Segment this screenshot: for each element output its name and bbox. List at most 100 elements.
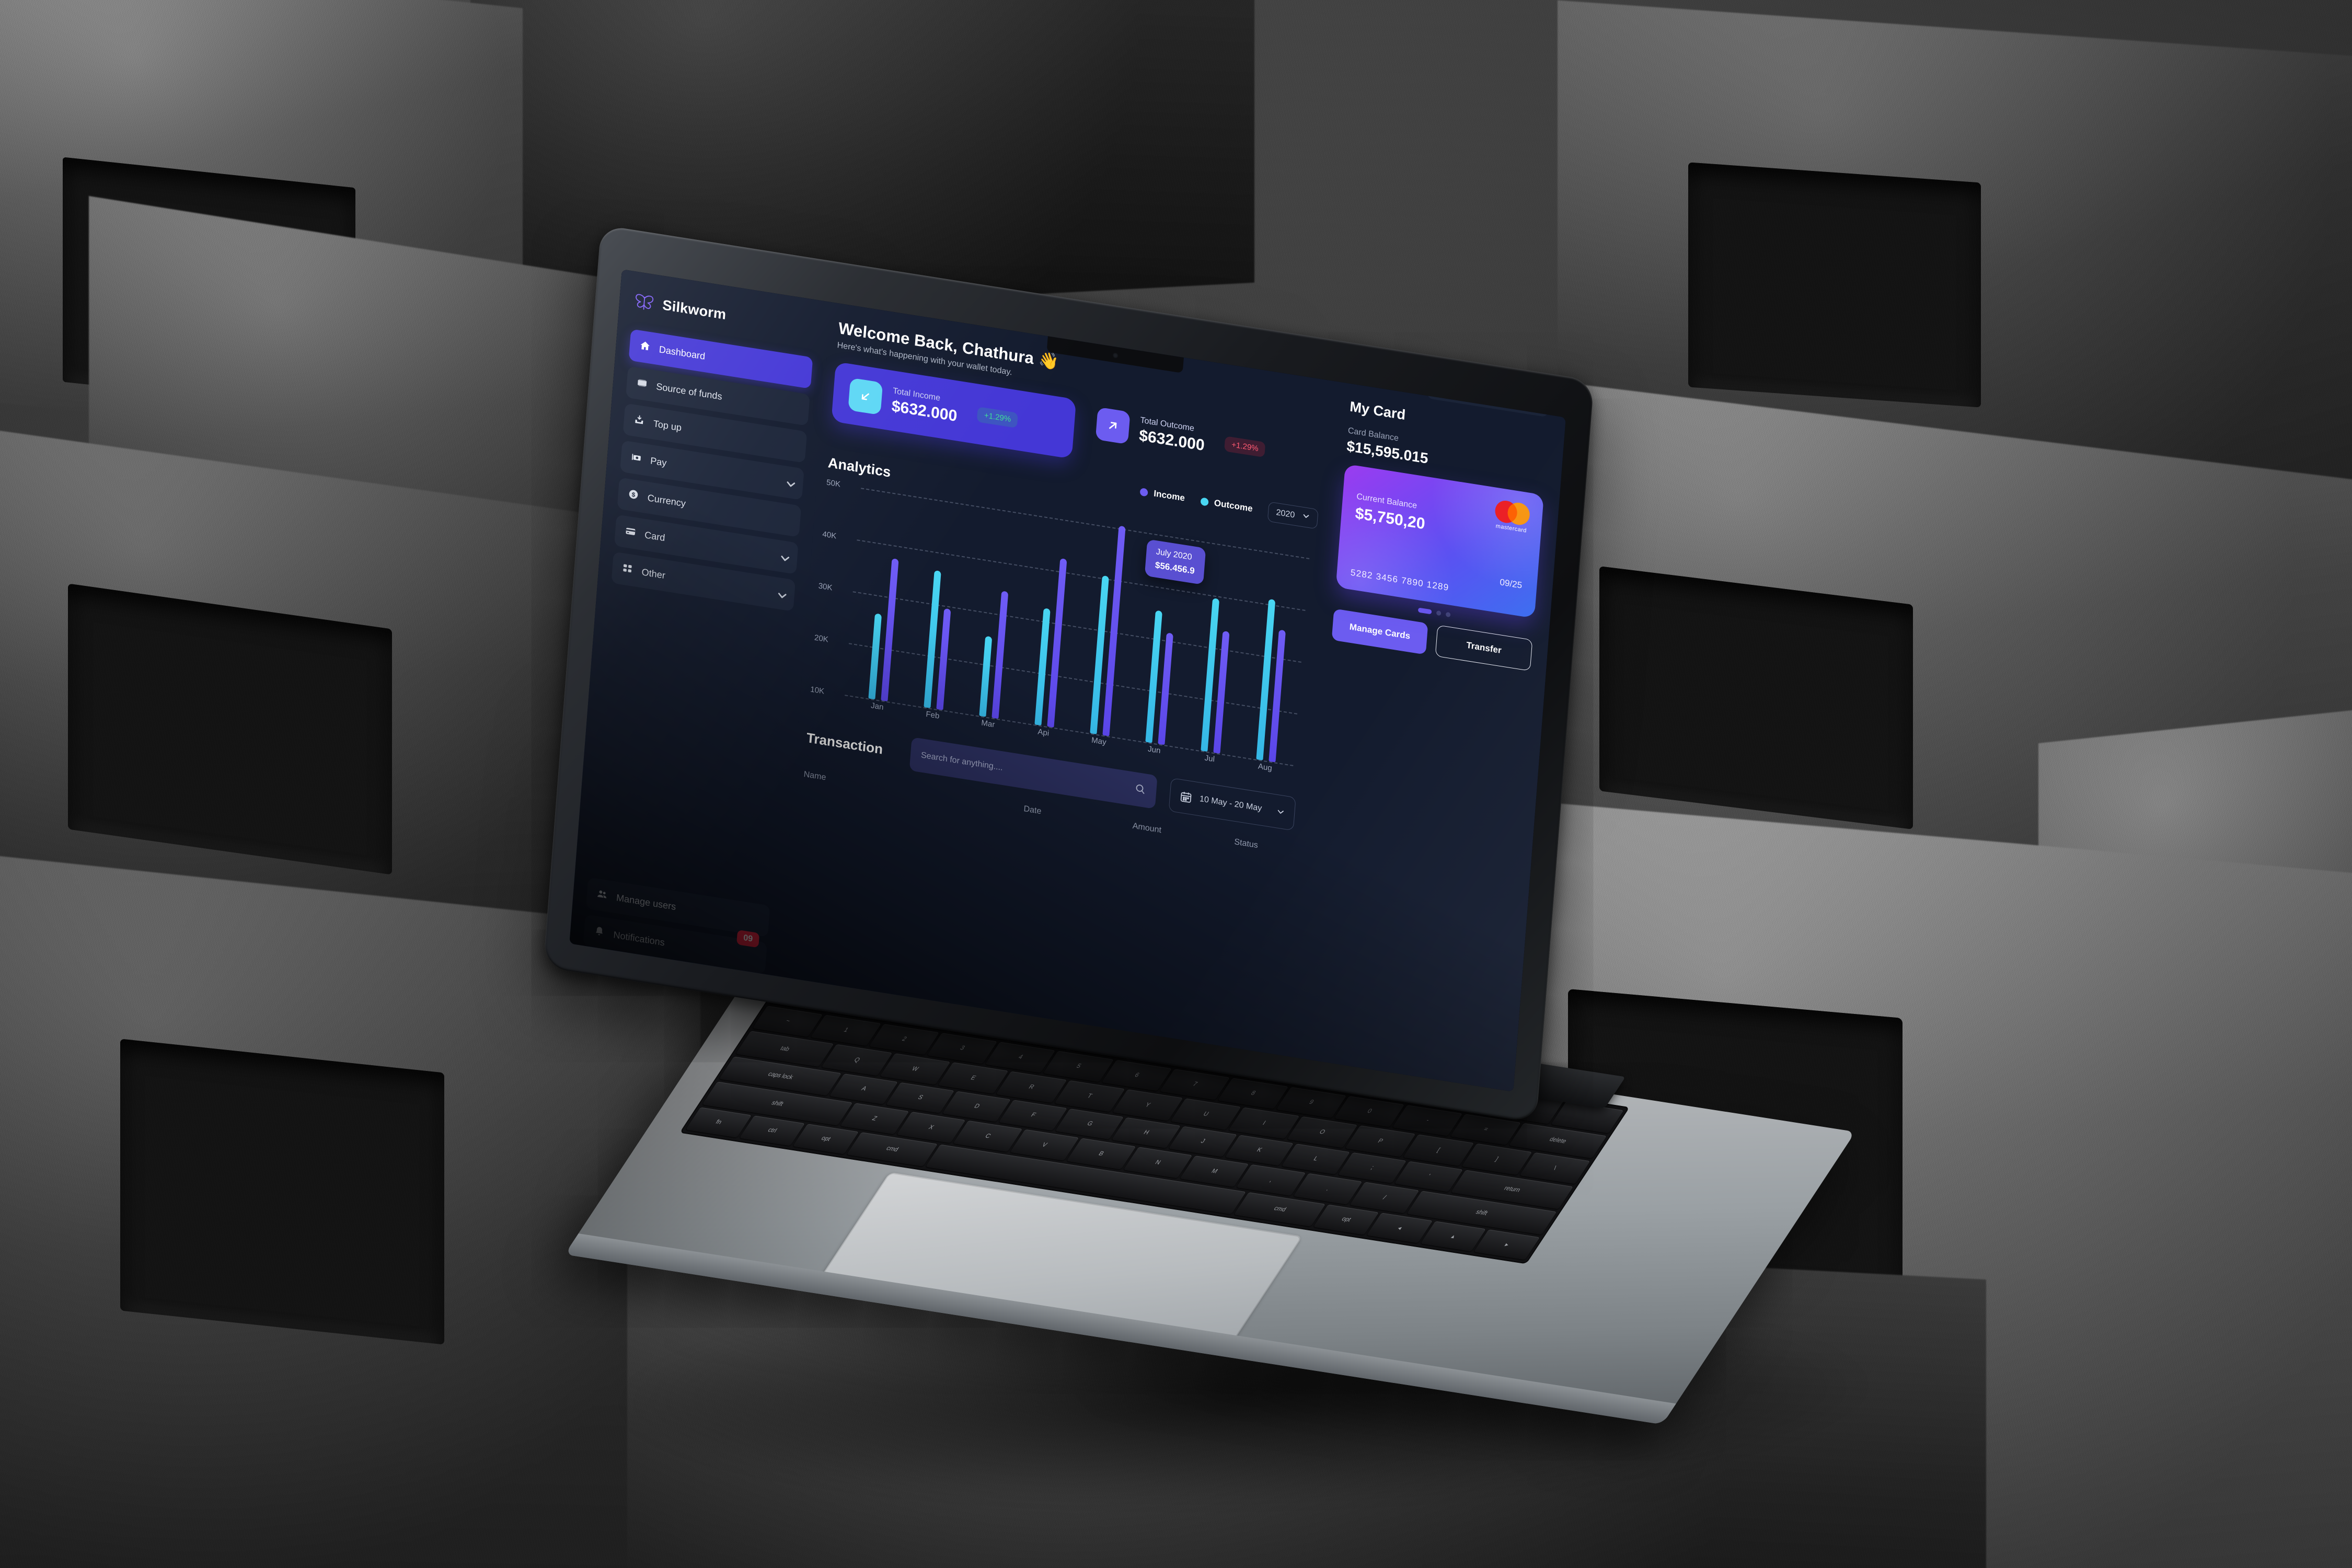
bar-income[interactable]: [1157, 632, 1173, 745]
key: K: [1225, 1134, 1294, 1166]
pay-icon: [630, 451, 642, 466]
arrow-up-right-icon: [1095, 407, 1131, 445]
key: ': [1394, 1161, 1463, 1192]
y-axis-tick-label: 20K: [814, 633, 829, 644]
key: ]: [1461, 1143, 1532, 1175]
key: 3: [927, 1032, 998, 1064]
grid-icon: [621, 562, 634, 578]
column-header-status: Status: [1233, 837, 1259, 850]
sidebar-item-label: Dashboard: [659, 343, 706, 362]
bar-outcome[interactable]: [868, 613, 882, 700]
column-header-amount: Amount: [1132, 821, 1162, 835]
pager-dot[interactable]: [1436, 610, 1442, 616]
bar-income[interactable]: [1213, 631, 1229, 754]
key: ,: [1237, 1164, 1306, 1196]
key: I: [1229, 1107, 1300, 1139]
bar-income[interactable]: [991, 591, 1008, 719]
webcam-icon: [1112, 352, 1119, 359]
key: X: [896, 1112, 966, 1143]
total-income-text: Total Income $632.000: [891, 386, 959, 425]
key: \: [1519, 1152, 1590, 1184]
butterfly-icon: [632, 289, 656, 315]
key: fn: [685, 1106, 752, 1138]
laptop: esc F1 F2 F3 F4 F5 F6 F7 F8 F9 F10 F11 F…: [0, 0, 2352, 1568]
income-delta-badge: +1.29%: [976, 406, 1019, 428]
wallet-icon: [636, 376, 648, 392]
transaction-title: Transaction: [806, 729, 884, 757]
key: 5: [1043, 1051, 1114, 1082]
bar-income[interactable]: [880, 558, 899, 702]
credit-card[interactable]: mastercard Current Balance $5,750,20 528…: [1335, 464, 1544, 619]
date-range-value: 10 May - 20 May: [1199, 794, 1262, 813]
outcome-delta-badge: +1.29%: [1224, 435, 1266, 457]
sidebar-item-label: Pay: [650, 455, 667, 468]
search-icon[interactable]: [1134, 782, 1146, 798]
sidebar-nav: Dashboard Source of funds Top up Pay $ C…: [611, 329, 813, 612]
arrow-down-left-icon: [848, 377, 883, 416]
key: .: [1293, 1173, 1363, 1205]
dollar-icon: $: [627, 488, 640, 503]
calendar-icon: [1179, 790, 1193, 804]
legend-swatch: [1139, 487, 1148, 497]
bar-income[interactable]: [1102, 525, 1126, 736]
key: 7: [1159, 1068, 1230, 1100]
bar-outcome[interactable]: [978, 636, 992, 717]
main-content: Welcome Back, Chathura 👋 Here's what's h…: [778, 302, 1346, 1057]
card-gradient-decoration: [1335, 464, 1544, 619]
topup-icon: [633, 413, 645, 429]
chevron-down-icon: [779, 552, 790, 562]
laptop-lid: Silkworm Dashboard Source of funds Top u…: [543, 225, 1594, 1123]
key: 4: [985, 1041, 1056, 1073]
key: ~: [752, 1005, 823, 1037]
legend-label: Income: [1153, 488, 1185, 503]
brand: Silkworm: [632, 289, 816, 340]
notification-badge: 09: [736, 929, 760, 948]
key: G: [1055, 1108, 1124, 1140]
key: U: [1170, 1098, 1241, 1130]
sidebar-item-label: Manage users: [616, 892, 677, 912]
key: P: [1345, 1125, 1416, 1157]
total-outcome-text: Total Outcome $632.000: [1138, 416, 1206, 455]
year-select-value: 2020: [1275, 508, 1295, 520]
y-axis-tick-label: 10K: [810, 685, 825, 696]
sidebar-item-label: Other: [641, 566, 666, 581]
key: C: [953, 1120, 1023, 1152]
key: Q: [822, 1044, 893, 1076]
chevron-down-icon: [1301, 512, 1310, 523]
column-header-date: Date: [1023, 804, 1042, 816]
bar-income[interactable]: [1046, 558, 1067, 728]
bell-icon: [593, 925, 606, 940]
key: M: [1180, 1156, 1249, 1187]
brand-name: Silkworm: [662, 296, 727, 322]
key: 6: [1101, 1059, 1172, 1091]
key: J: [1168, 1126, 1238, 1157]
key: O: [1287, 1116, 1358, 1148]
key: N: [1123, 1147, 1193, 1178]
key: T: [1054, 1080, 1125, 1112]
pager-dot-active[interactable]: [1417, 607, 1432, 615]
key: A: [829, 1073, 898, 1105]
manage-cards-button[interactable]: Manage Cards: [1331, 608, 1428, 655]
key: ▸: [1474, 1229, 1540, 1260]
bar-income[interactable]: [936, 608, 951, 710]
mastercard-icon: [1494, 499, 1531, 527]
legend-swatch: [1200, 497, 1209, 506]
key: B: [1066, 1138, 1136, 1169]
key: Z: [840, 1103, 909, 1134]
pager-dot[interactable]: [1445, 612, 1451, 618]
y-axis-tick-label: 50K: [826, 478, 841, 489]
transfer-button[interactable]: Transfer: [1435, 625, 1533, 672]
key: W: [880, 1053, 951, 1085]
sidebar-item-label: Source of funds: [655, 381, 723, 402]
date-range-select[interactable]: 10 May - 20 May: [1168, 777, 1296, 831]
tooltip-amount: $56.456.9: [1155, 560, 1195, 577]
sidebar-item-label: Currency: [647, 492, 686, 509]
sidebar-item-label: Notifications: [613, 929, 665, 948]
key: D: [942, 1091, 1011, 1122]
search-input[interactable]: [920, 751, 1128, 793]
bar-outcome[interactable]: [1034, 608, 1051, 726]
sidebar-item-label: Card: [644, 529, 666, 543]
key: S: [885, 1082, 955, 1113]
key: ;: [1338, 1152, 1407, 1183]
legend-item-income: Income: [1139, 486, 1185, 503]
